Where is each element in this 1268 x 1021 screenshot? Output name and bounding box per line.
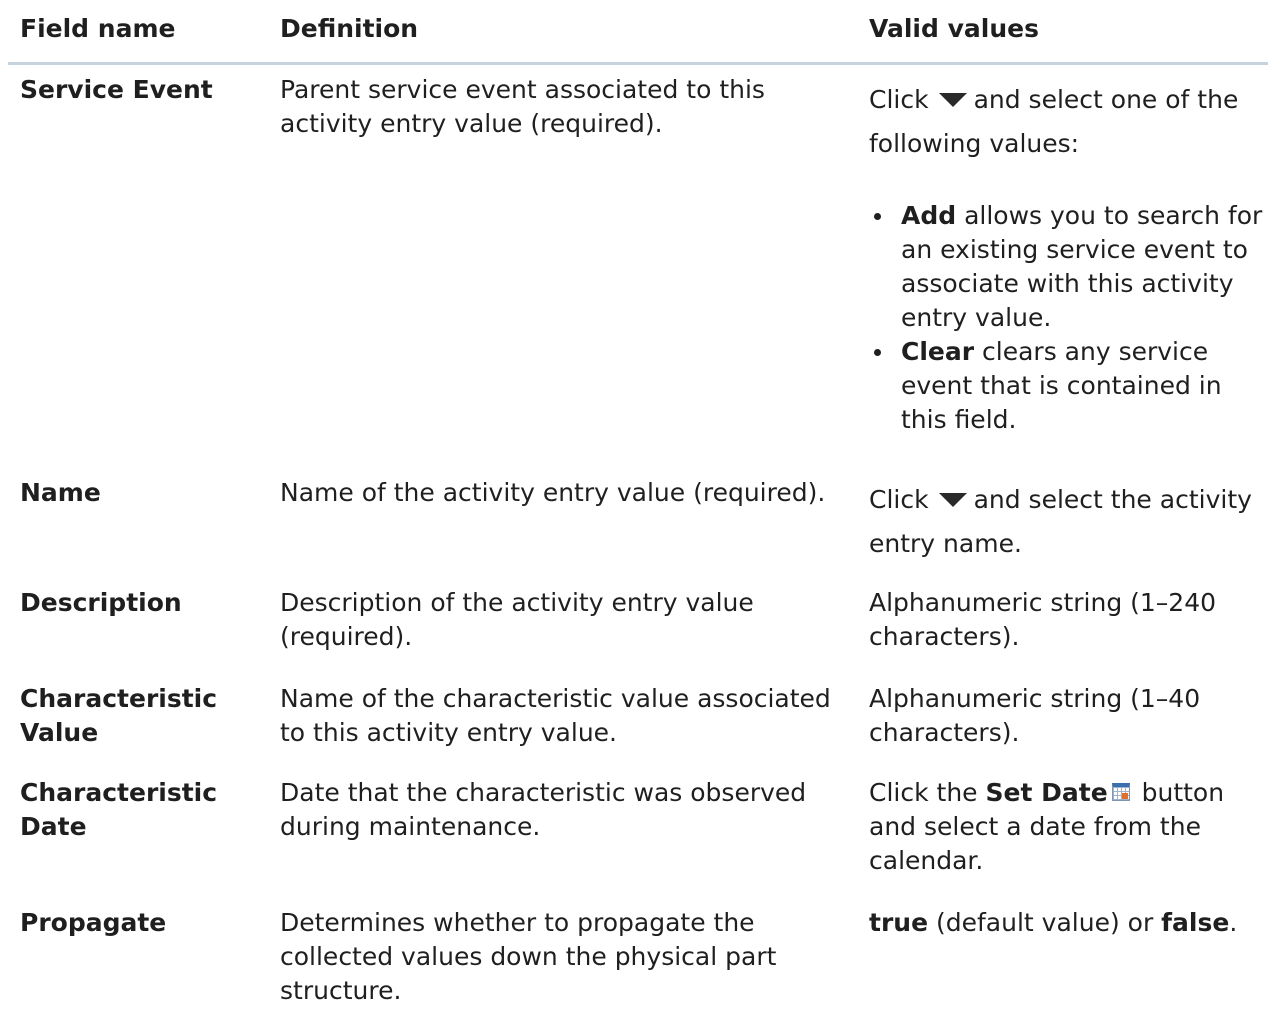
field-name: Name [20, 478, 101, 507]
definition-description: Description of the activity entry value … [280, 588, 754, 651]
calendar-icon [1111, 783, 1130, 801]
definition-characteristic-value: Name of the characteristic value associa… [280, 684, 831, 747]
dropdown-arrow-icon [938, 93, 967, 107]
header-definition: Definition [280, 14, 419, 43]
definition-service-event: Parent service event associated to this … [280, 75, 765, 138]
field-characteristic-date: Characteristic Date [20, 778, 218, 841]
click-text: Click [869, 85, 929, 114]
valid-values-intro: Click and select one of the following val… [869, 78, 1268, 166]
field-characteristic-value: Characteristic Value [20, 684, 218, 747]
field-service-event: Service Event [20, 75, 213, 104]
list-item: Add allows you to search for an existing… [869, 199, 1268, 335]
value-true: true [869, 908, 929, 937]
definition-propagate: Determines whether to propagate the coll… [280, 908, 777, 1005]
option-add: Add [901, 201, 957, 230]
period-text: . [1229, 908, 1238, 937]
list-item: Clear clears any service event that is c… [869, 335, 1268, 437]
header-valid-values: Valid values [869, 14, 1039, 43]
field-description: Description [20, 588, 182, 617]
dropdown-arrow-icon [938, 493, 967, 507]
valid-values-characteristic-date: Click the Set Date button and select a d… [869, 776, 1268, 878]
valid-values-list: Add allows you to search for an existing… [869, 199, 1268, 437]
valid-values-characteristic-value: Alphanumeric string (1–40 characters). [869, 684, 1201, 747]
valid-values-description: Alphanumeric string (1–240 characters). [869, 588, 1217, 651]
definition-name: Name of the activity entry value (requir… [280, 478, 826, 507]
valid-values-service-event: Click and select one of the following val… [869, 78, 1268, 437]
value-false: false [1161, 908, 1230, 937]
valid-values-propagate: true (default value) or false. [869, 906, 1268, 940]
field-propagate: Propagate [20, 908, 167, 937]
header-field-name: Field name [20, 14, 176, 43]
field-definition-table: Field name Definition Valid values Servi… [0, 0, 1268, 1021]
click-text: Click [869, 485, 929, 514]
click-the-text: Click the [869, 778, 986, 807]
option-add-description: allows you to search for an existing ser… [901, 201, 1263, 332]
option-clear: Clear [901, 337, 975, 366]
definition-characteristic-date: Date that the characteristic was observe… [280, 778, 807, 841]
default-value-text: (default value) or [928, 908, 1162, 937]
set-date-label: Set Date [985, 778, 1108, 807]
header-divider [8, 62, 1268, 65]
valid-values-name: Click and select the activity entry name. [869, 478, 1268, 566]
